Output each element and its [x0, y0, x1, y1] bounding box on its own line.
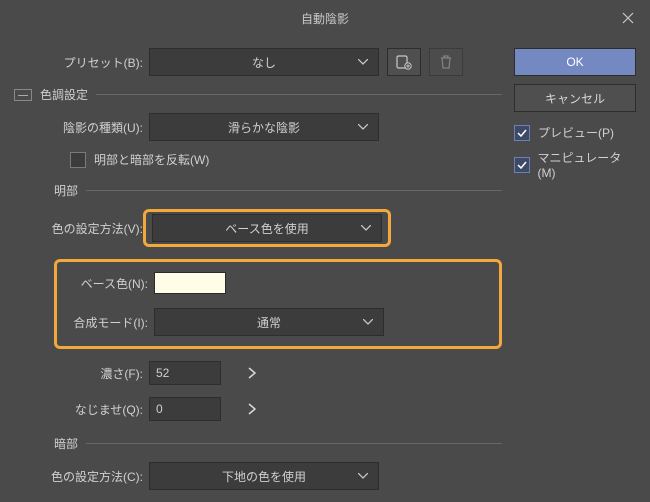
tone-group-toggle[interactable] [14, 89, 32, 101]
ok-label: OK [566, 55, 583, 69]
divider [86, 443, 502, 444]
blur-input[interactable]: 0 [149, 397, 221, 421]
blend-mode-value: 通常 [257, 314, 281, 331]
light-group-label: 明部 [54, 182, 78, 199]
chevron-down-icon [358, 59, 368, 65]
chevron-down-icon [363, 319, 373, 325]
titlebar: 自動陰影 [0, 0, 650, 36]
light-color-method-label: 色の設定方法(V): [14, 220, 149, 237]
preset-label: プリセット(B): [14, 54, 149, 71]
invert-label: 明部と暗部を反転(W) [94, 151, 209, 168]
base-color-label: ベース色(N): [59, 275, 154, 292]
intensity-value: 52 [156, 366, 169, 380]
close-button[interactable] [606, 0, 650, 36]
light-color-method-value: ベース色を使用 [225, 220, 308, 237]
blur-value: 0 [156, 402, 163, 416]
blur-label: なじませ(Q): [14, 401, 149, 418]
dark-group-label: 暗部 [54, 435, 78, 452]
preset-select[interactable]: なし [149, 48, 379, 76]
divider [86, 190, 502, 191]
intensity-input[interactable]: 52 [149, 361, 221, 385]
tone-group-label: 色調設定 [40, 86, 88, 103]
chevron-down-icon [358, 473, 368, 479]
dark-color-method-value: 下地の色を使用 [222, 468, 306, 485]
dark-color-method-label: 色の設定方法(C): [14, 468, 149, 485]
blur-slider-button[interactable] [239, 397, 265, 421]
divider [96, 94, 502, 95]
preset-delete-button[interactable] [429, 48, 463, 76]
intensity-slider-button[interactable] [239, 361, 265, 385]
title: 自動陰影 [301, 10, 349, 27]
chevron-down-icon [361, 225, 371, 231]
ok-button[interactable]: OK [514, 48, 636, 76]
base-color-swatch[interactable] [154, 272, 226, 294]
cancel-button[interactable]: キャンセル [514, 84, 636, 112]
light-color-method-select[interactable]: ベース色を使用 [152, 214, 382, 242]
invert-checkbox[interactable]: 明部と暗部を反転(W) [70, 151, 209, 168]
manipulator-label: マニピュレータ(M) [538, 149, 636, 180]
chevron-down-icon [358, 124, 368, 130]
dark-color-method-select[interactable]: 下地の色を使用 [149, 462, 379, 490]
highlight-box-1: ベース色を使用 [143, 209, 391, 247]
blend-mode-label: 合成モード(I): [59, 314, 154, 331]
preview-checkbox[interactable]: プレビュー(P) [514, 124, 636, 141]
preset-value: なし [252, 54, 276, 71]
preview-label: プレビュー(P) [538, 124, 614, 141]
highlight-box-2: ベース色(N): 合成モード(I): 通常 [54, 259, 502, 349]
manipulator-checkbox[interactable]: マニピュレータ(M) [514, 149, 636, 180]
shadow-type-label: 陰影の種類(U): [42, 119, 149, 136]
cancel-label: キャンセル [545, 90, 605, 107]
blend-mode-select[interactable]: 通常 [154, 308, 384, 336]
intensity-label: 濃さ(F): [14, 365, 149, 382]
shadow-type-value: 滑らかな陰影 [228, 119, 300, 136]
preset-add-button[interactable] [387, 48, 421, 76]
shadow-type-select[interactable]: 滑らかな陰影 [149, 113, 379, 141]
